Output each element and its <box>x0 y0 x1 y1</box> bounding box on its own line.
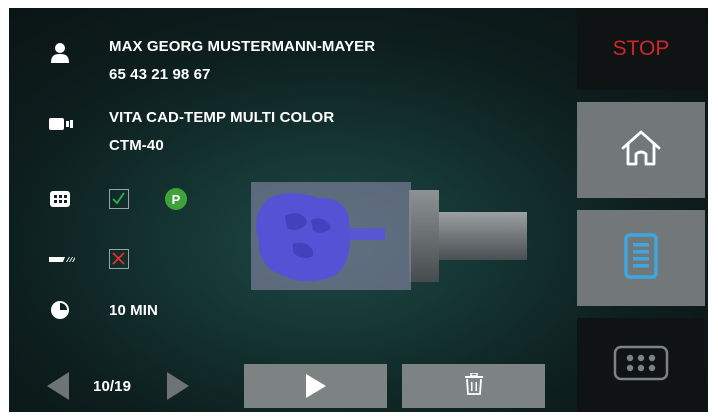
home-icon <box>619 128 663 173</box>
material-size: CTM-40 <box>109 137 164 154</box>
page-counter: 10/19 <box>93 378 132 395</box>
material-name: VITA CAD-TEMP MULTI COLOR <box>109 109 335 126</box>
home-button[interactable] <box>577 102 705 198</box>
trash-icon <box>464 371 483 400</box>
list-icon <box>624 232 658 284</box>
camera-icon <box>49 113 73 135</box>
stop-label: STOP <box>612 37 670 60</box>
list-button[interactable] <box>577 210 705 306</box>
option-checkbox-checked[interactable] <box>109 189 129 209</box>
user-icon <box>49 42 71 64</box>
device-screen: MAX GEORG MUSTERMANN-MAYER 65 43 21 98 6… <box>9 8 708 412</box>
stop-button[interactable]: STOP <box>577 8 705 90</box>
prev-arrow-icon[interactable] <box>47 372 69 400</box>
patient-name: MAX GEORG MUSTERMANN-MAYER <box>109 38 376 55</box>
milling-preview <box>245 176 545 296</box>
play-icon <box>305 374 326 398</box>
next-arrow-icon[interactable] <box>167 372 189 400</box>
clock-icon <box>49 299 71 321</box>
delete-button[interactable] <box>402 364 545 408</box>
keypad-button[interactable] <box>577 318 705 412</box>
time-label: 10 MIN <box>109 302 158 319</box>
start-button[interactable] <box>244 364 387 408</box>
patient-id: 65 43 21 98 67 <box>109 66 211 83</box>
p-badge: P <box>165 188 187 210</box>
blade-icon <box>49 248 75 270</box>
keypad-icon <box>49 188 71 210</box>
option-checkbox-crossed[interactable] <box>109 249 129 269</box>
grid-icon <box>613 345 669 386</box>
